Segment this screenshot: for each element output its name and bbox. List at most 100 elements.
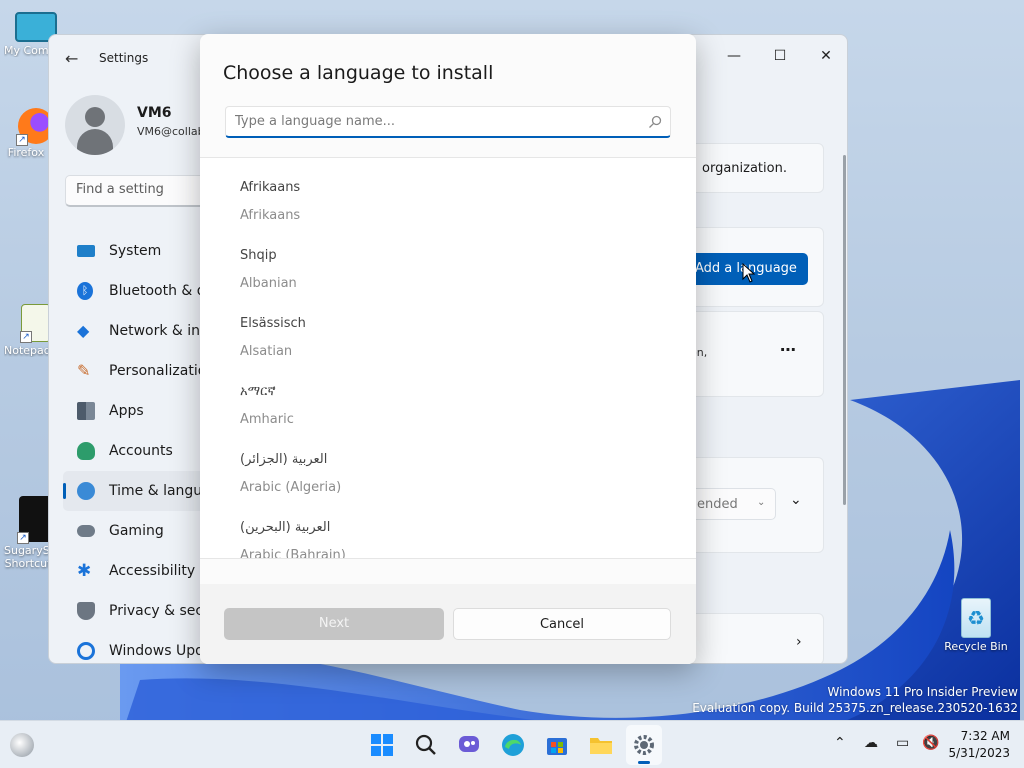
- shortcut-arrow-icon: ↗: [16, 134, 28, 146]
- language-english-name: Afrikaans: [240, 208, 301, 223]
- evaluation-watermark: Windows 11 Pro Insider Preview Evaluatio…: [692, 684, 1018, 716]
- window-title: Settings: [99, 51, 149, 65]
- language-english-name: Albanian: [240, 276, 297, 291]
- clock-time: 7:32 AM: [960, 729, 1010, 743]
- bluetooth-icon: ᛒ: [77, 282, 93, 300]
- shortcut-arrow-icon: ↗: [20, 331, 32, 343]
- nav-label: Personalization: [109, 363, 213, 379]
- nav-label: Windows Update: [109, 643, 213, 659]
- nav-item-system[interactable]: System: [63, 231, 213, 271]
- nav-label: Apps: [109, 403, 144, 419]
- chat-icon[interactable]: [456, 731, 484, 759]
- volume-icon[interactable]: 🔇: [922, 735, 939, 751]
- clock-date: 5/31/2023: [948, 746, 1010, 760]
- chevron-up-icon[interactable]: ⌃: [834, 735, 846, 751]
- desktop-icon-label: SugaryS... Shortcut: [4, 544, 61, 570]
- language-native-name: Shqip: [240, 248, 277, 263]
- search-icon: [649, 115, 662, 128]
- next-button[interactable]: Next: [224, 608, 444, 640]
- onedrive-icon[interactable]: ☁: [864, 735, 878, 751]
- language-native-name: አማርኛ: [240, 384, 276, 399]
- settings-icon[interactable]: [626, 725, 662, 765]
- content-scrollbar[interactable]: [843, 155, 846, 505]
- user-email: VM6@collab: [137, 125, 205, 138]
- watermark-line2: Evaluation copy. Build 25375.zn_release.…: [692, 701, 1018, 715]
- clock[interactable]: 7:32 AM 5/31/2023: [948, 728, 1010, 762]
- close-icon[interactable]: ✕: [803, 41, 847, 71]
- language-native-name: العربية (البحرين): [240, 520, 331, 535]
- mouse-cursor-icon: [742, 263, 756, 283]
- accessibility-icon: ✱: [77, 561, 92, 581]
- language-english-name: Arabic (Bahrain): [240, 548, 346, 559]
- language-native-name: Afrikaans: [240, 180, 301, 195]
- nav-item-windows-update[interactable]: Windows Update: [63, 631, 213, 663]
- store-icon[interactable]: [543, 731, 571, 759]
- accounts-icon: [77, 442, 95, 460]
- list-item[interactable]: العربية (البحرين) Arabic (Bahrain): [240, 520, 346, 559]
- dialog-title: Choose a language to install: [223, 62, 494, 84]
- shortcut-arrow-icon: ↗: [17, 532, 29, 544]
- recycle-bin-icon: ♻: [961, 598, 991, 638]
- org-text: organization.: [702, 161, 787, 176]
- expand-chevron-icon[interactable]: ⌄: [790, 492, 802, 508]
- taskbar: ⌃ ☁ ▭ 🔇 7:32 AM 5/31/2023: [0, 720, 1024, 768]
- shield-icon: [77, 602, 95, 620]
- language-english-name: Arabic (Algeria): [240, 480, 342, 495]
- back-arrow-icon[interactable]: ←: [65, 49, 78, 68]
- nav-label: Network & internet: [109, 323, 213, 339]
- cancel-button[interactable]: Cancel: [453, 608, 671, 640]
- desktop-icon-recycle-bin[interactable]: ♻ Recycle Bin: [944, 598, 1008, 653]
- minimize-icon[interactable]: —: [711, 41, 757, 71]
- list-item[interactable]: Afrikaans Afrikaans: [240, 180, 300, 223]
- language-native-name: العربية (الجزائر): [240, 452, 328, 467]
- more-options-icon[interactable]: ⋯: [780, 340, 796, 359]
- find-setting-input[interactable]: Find a setting: [65, 175, 215, 207]
- nav-item-gaming[interactable]: Gaming: [63, 511, 213, 551]
- list-item[interactable]: Elsässisch Alsatian: [240, 316, 306, 359]
- maximize-icon[interactable]: ☐: [757, 41, 803, 71]
- file-explorer-icon[interactable]: [587, 731, 615, 759]
- nav-item-bluetooth[interactable]: ᛒ Bluetooth & devices: [63, 271, 213, 311]
- network-status-icon[interactable]: ▭: [896, 735, 909, 751]
- brush-icon: ✎: [77, 361, 91, 380]
- list-item[interactable]: العربية (الجزائر) Arabic (Algeria): [240, 452, 341, 495]
- language-list[interactable]: Afrikaans Afrikaans Shqip Albanian Elsäs…: [200, 157, 696, 559]
- edge-icon[interactable]: [499, 731, 527, 759]
- dialog-footer: Next Cancel: [200, 584, 696, 664]
- watermark-line1: Windows 11 Pro Insider Preview: [827, 685, 1018, 699]
- language-english-name: Amharic: [240, 412, 294, 427]
- gaming-icon: [77, 525, 95, 537]
- nav-item-personalization[interactable]: ✎ Personalization: [63, 351, 213, 391]
- language-search-input[interactable]: [226, 107, 626, 135]
- nav-item-network[interactable]: ◆ Network & internet: [63, 311, 213, 351]
- chevron-down-icon: ⌄: [757, 497, 766, 508]
- desktop-icon-label: Notepad++: [4, 344, 48, 357]
- nav-item-apps[interactable]: Apps: [63, 391, 213, 431]
- search-icon[interactable]: [412, 731, 440, 759]
- language-native-name: Elsässisch: [240, 316, 306, 331]
- nav-item-time-language[interactable]: Time & language: [63, 471, 213, 511]
- nav-label: System: [109, 243, 162, 259]
- nav-label: Time & language: [109, 483, 213, 499]
- network-icon: ◆: [77, 321, 90, 340]
- avatar[interactable]: [65, 95, 125, 155]
- nav-item-privacy[interactable]: Privacy & security: [63, 591, 213, 631]
- time-language-icon: [77, 482, 95, 500]
- chevron-right-icon: ›: [796, 634, 802, 650]
- language-english-name: Alsatian: [240, 344, 293, 359]
- start-icon[interactable]: [368, 731, 396, 759]
- apps-icon: [77, 402, 95, 420]
- update-icon: [77, 642, 95, 660]
- nav-label: Accessibility: [109, 563, 196, 579]
- weather-icon[interactable]: [10, 733, 34, 757]
- settings-nav: System ᛒ Bluetooth & devices ◆ Network &…: [63, 231, 213, 663]
- list-item[interactable]: አማርኛ Amharic: [240, 384, 294, 427]
- desktop-icon-label: My Computer: [4, 44, 48, 57]
- notepadpp-icon: ↗: [20, 304, 51, 343]
- language-search-box[interactable]: [225, 106, 671, 138]
- nav-item-accounts[interactable]: Accounts: [63, 431, 213, 471]
- nav-item-accessibility[interactable]: ✱ Accessibility: [63, 551, 213, 591]
- list-item[interactable]: Shqip Albanian: [240, 248, 297, 291]
- system-icon: [77, 245, 95, 257]
- desktop-icon-label: Recycle Bin: [944, 640, 1008, 653]
